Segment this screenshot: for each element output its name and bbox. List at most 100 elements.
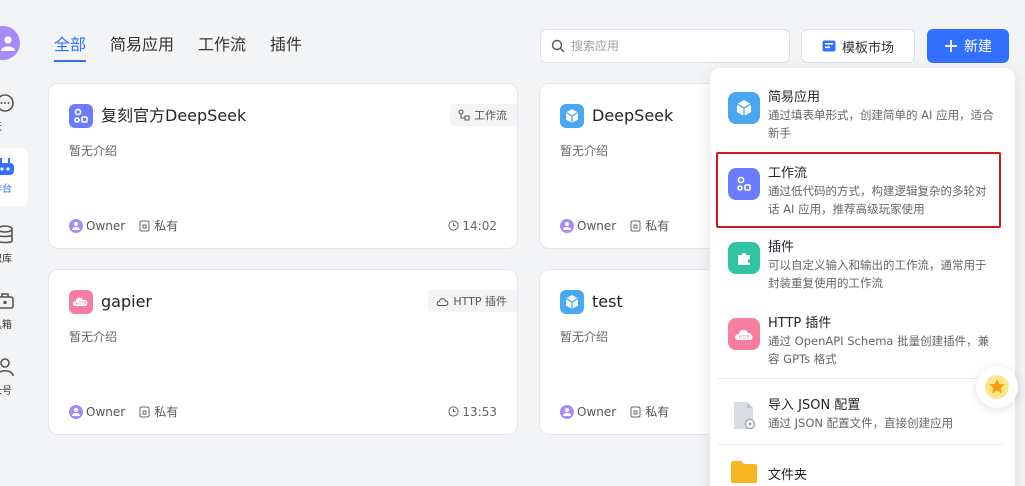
new-button-label: 新建: [964, 39, 992, 55]
file-settings-icon: [728, 400, 760, 432]
privacy-label: 私有: [645, 219, 670, 233]
menu-item-import-json[interactable]: 导入 JSON 配置 通过 JSON 配置文件，直接创建应用: [718, 386, 1008, 446]
app-card[interactable]: HTTP gapier HTTP 插件 暂无介绍 Owner 私有 13:53: [48, 269, 518, 435]
app-title: 复刻官方DeepSeek: [101, 106, 247, 125]
privacy-info: 私有: [630, 403, 669, 420]
rail-item-account[interactable]: 长号: [0, 350, 28, 408]
clock-icon: [448, 406, 460, 417]
rail-item-label: 长号: [0, 386, 12, 397]
menu-item-desc: 通过低代码的方式，构建逻辑复杂的多轮对话 AI 应用，推荐高级玩家使用: [768, 184, 987, 216]
toolbox-icon: [0, 293, 14, 309]
menu-item-title: 插件: [768, 240, 795, 255]
owner-name: Owner: [86, 218, 126, 233]
owner-name: Owner: [86, 404, 126, 419]
menu-item-desc: 通过 JSON 配置文件，直接创建应用: [768, 416, 954, 430]
template-market-label: 模板市场: [841, 40, 894, 56]
menu-item-http-plugin[interactable]: HTTP HTTP 插件 通过 OpenAPI Schema 批量创建插件，兼容…: [718, 304, 1008, 376]
star-icon: [985, 375, 1009, 399]
menu-item-title: HTTP 插件: [768, 316, 832, 331]
svg-text:HTTP: HTTP: [76, 301, 87, 306]
owner-info: Owner: [560, 218, 617, 233]
updated-time: 14:02: [448, 219, 497, 233]
user-icon: [0, 358, 14, 377]
user-avatar[interactable]: [0, 26, 20, 60]
plus-icon: [945, 40, 957, 52]
app-description: 暂无介绍: [560, 144, 609, 158]
cloud-icon: [437, 297, 449, 306]
privacy-info: 私有: [630, 217, 669, 234]
robot-icon: [0, 158, 14, 175]
updated-time: 13:53: [448, 405, 497, 419]
simple-app-icon: [560, 290, 584, 314]
app-card[interactable]: 复刻官方DeepSeek 工作流 暂无介绍 Owner 私有 14:02: [48, 83, 518, 249]
menu-item-simple-app[interactable]: 简易应用 通过填表单形式，创建简单的 AI 应用，适合新手: [718, 78, 1008, 150]
cube-icon: [728, 92, 760, 124]
rail-item-toolbox[interactable]: 具箱: [0, 284, 28, 342]
tab-workflow[interactable]: 工作流: [198, 34, 246, 62]
search-input[interactable]: [571, 39, 771, 53]
type-badge: 工作流: [450, 104, 517, 126]
card-footer: Owner 私有 14:02: [69, 217, 497, 234]
favorite-fab[interactable]: [976, 366, 1018, 408]
simple-app-icon: [560, 104, 584, 128]
app-description: 暂无介绍: [69, 330, 118, 344]
workflow-app-icon: [69, 104, 93, 128]
template-icon: [822, 40, 836, 52]
svg-text:HTTP: HTTP: [739, 335, 750, 340]
new-app-menu: 简易应用 通过填表单形式，创建简单的 AI 应用，适合新手 工作流 通过低代码的…: [710, 68, 1015, 486]
owner-avatar-icon: [560, 404, 574, 419]
new-button[interactable]: 新建: [927, 29, 1009, 63]
privacy-info: 私有: [139, 217, 178, 234]
app-title: DeepSeek: [592, 106, 674, 125]
owner-info: Owner: [69, 404, 126, 419]
menu-item-title: 文件夹: [768, 468, 808, 483]
app-description: 暂无介绍: [560, 330, 609, 344]
time-label: 13:53: [462, 404, 497, 419]
privacy-label: 私有: [645, 405, 670, 419]
menu-divider: [718, 444, 1003, 445]
menu-item-desc: 可以自定义输入和输出的工作流，通常用于封装重复使用的工作流: [768, 258, 987, 290]
owner-name: Owner: [577, 404, 617, 419]
http-plugin-app-icon: HTTP: [69, 290, 93, 314]
rail-item-workbench[interactable]: 作台: [0, 148, 28, 206]
menu-item-plugin[interactable]: 插件 可以自定义输入和输出的工作流，通常用于封装重复使用的工作流: [718, 228, 1008, 300]
menu-item-desc: 通过填表单形式，创建简单的 AI 应用，适合新手: [768, 108, 994, 140]
http-cloud-icon: HTTP: [728, 318, 760, 350]
privacy-info: 私有: [139, 403, 178, 420]
menu-item-folder[interactable]: 文件夹: [718, 452, 1008, 486]
type-badge: HTTP 插件: [428, 290, 517, 312]
app-type-tabs: 全部 简易应用 工作流 插件: [54, 34, 302, 62]
puzzle-icon: [728, 242, 760, 274]
workflow-icon: [458, 109, 470, 121]
rail-item-label: 天: [0, 118, 2, 133]
lock-icon: [630, 220, 641, 231]
app-description: 暂无介绍: [69, 144, 118, 158]
search-box: [540, 29, 790, 63]
app-title: gapier: [101, 292, 152, 311]
rail-item-label: 识库: [0, 254, 12, 265]
rail-item-chat[interactable]: 天: [0, 86, 28, 144]
menu-item-title: 简易应用: [768, 90, 821, 105]
menu-item-workflow[interactable]: 工作流 通过低代码的方式，构建逻辑复杂的多轮对话 AI 应用，推荐高级玩家使用: [716, 152, 1001, 228]
owner-info: Owner: [69, 218, 126, 233]
app-title: test: [592, 292, 623, 311]
rail-item-knowledge[interactable]: 识库: [0, 218, 28, 276]
workflow-icon: [728, 168, 760, 200]
privacy-label: 私有: [154, 405, 179, 419]
lock-icon: [139, 220, 150, 231]
type-badge-label: HTTP 插件: [453, 295, 507, 308]
menu-divider: [718, 378, 1003, 379]
tab-all[interactable]: 全部: [54, 34, 87, 62]
tab-plugin[interactable]: 插件: [270, 34, 302, 62]
privacy-label: 私有: [154, 219, 179, 233]
tab-simple-app[interactable]: 简易应用: [110, 34, 174, 62]
owner-name: Owner: [577, 218, 617, 233]
lock-icon: [139, 406, 150, 417]
template-market-button[interactable]: 模板市场: [801, 29, 915, 63]
menu-item-desc: 通过 OpenAPI Schema 批量创建插件，兼容 GPTs 格式: [768, 334, 990, 366]
time-label: 14:02: [462, 218, 497, 233]
type-badge-label: 工作流: [474, 109, 507, 122]
card-footer: Owner 私有 13:53: [69, 403, 497, 420]
owner-avatar-icon: [69, 404, 83, 419]
search-icon: [551, 39, 565, 53]
